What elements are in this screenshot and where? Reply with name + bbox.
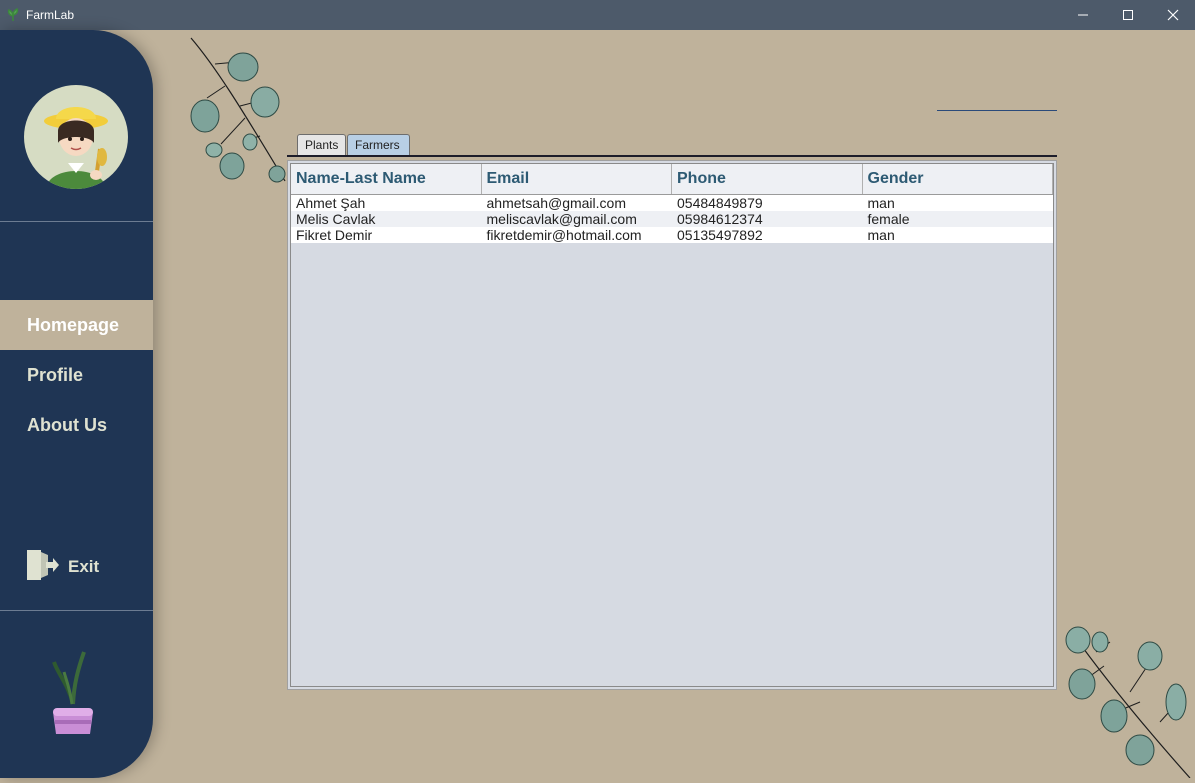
sidebar: Homepage Profile About Us Exit [0,30,153,778]
nav-profile[interactable]: Profile [0,350,153,400]
exit-button[interactable]: Exit [26,549,100,586]
sidebar-divider-bottom [0,610,153,611]
cell-gender: female [867,211,910,227]
title-bar: FarmLab [0,0,1195,30]
cell-phone: 05135497892 [677,227,763,243]
table-body: Ahmet Şah ahmetsah@gmail.com 05484849879… [291,195,1053,243]
eucalyptus-leaves-decoration [185,36,295,191]
minimize-button[interactable] [1060,0,1106,30]
farmers-table: Name-Last Name Email Phone Gender Ahmet … [290,163,1054,687]
exit-door-icon [26,549,60,586]
cell-phone: 05984612374 [677,211,763,227]
nav-about-us[interactable]: About Us [0,400,153,450]
table-header: Name-Last Name Email Phone Gender [291,164,1053,195]
cell-name: Melis Cavlak [296,211,376,227]
window-title: FarmLab [26,8,75,22]
table-row[interactable]: Melis Cavlak meliscavlak@gmail.com 05984… [291,211,1053,227]
close-button[interactable] [1150,0,1195,30]
column-header-name[interactable]: Name-Last Name [291,164,482,194]
nav-homepage[interactable]: Homepage [0,300,153,350]
cell-email: ahmetsah@gmail.com [486,195,627,211]
tab-plants[interactable]: Plants [297,134,346,155]
farmers-table-panel: Name-Last Name Email Phone Gender Ahmet … [287,160,1057,690]
tab-underline [287,155,1057,157]
cell-email: meliscavlak@gmail.com [486,211,637,227]
exit-label: Exit [68,557,100,576]
sidebar-divider-top [0,221,153,222]
eucalyptus-leaves-decoration-bottom [1060,622,1195,783]
app-plant-icon [6,7,20,27]
header-underline [937,110,1057,111]
cell-name: Ahmet Şah [296,195,366,211]
farmer-avatar [24,85,128,189]
table-row[interactable]: Ahmet Şah ahmetsah@gmail.com 05484849879… [291,195,1053,211]
cell-phone: 05484849879 [677,195,763,211]
table-row[interactable]: Fikret Demir fikretdemir@hotmail.com 051… [291,227,1053,243]
column-header-phone[interactable]: Phone [672,164,863,194]
potted-plant-icon [48,644,98,741]
column-header-gender[interactable]: Gender [863,164,1053,194]
cell-gender: man [867,195,895,211]
tab-farmers[interactable]: Farmers [347,134,410,155]
column-header-email[interactable]: Email [482,164,672,194]
cell-name: Fikret Demir [296,227,373,243]
cell-gender: man [867,227,895,243]
cell-email: fikretdemir@hotmail.com [486,227,642,243]
maximize-button[interactable] [1105,0,1151,30]
